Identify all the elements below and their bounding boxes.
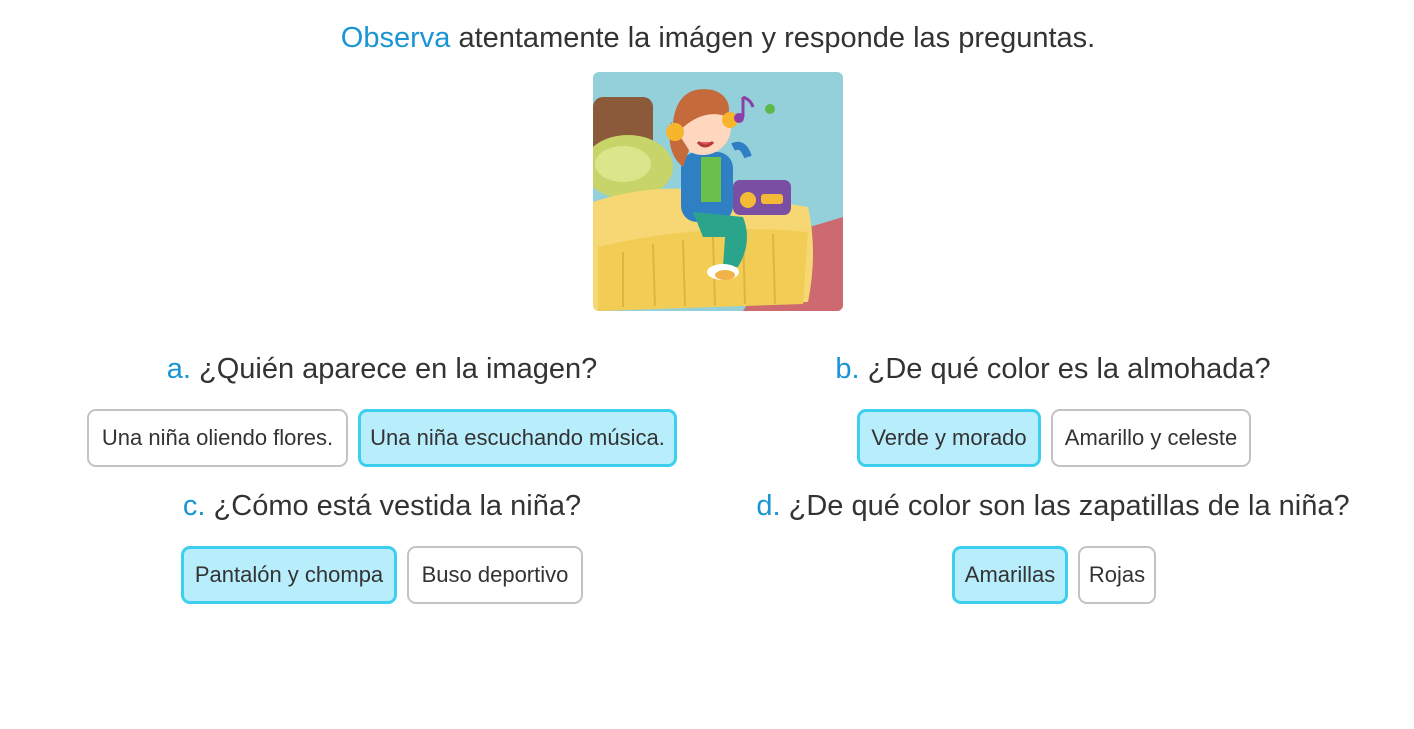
question-b-text: ¿De qué color es la almohada?: [867, 353, 1271, 385]
option-b1-selected[interactable]: Verde y morado: [857, 409, 1041, 467]
question-d-text: ¿De qué color son las zapatillas de la n…: [788, 490, 1350, 522]
question-c-text: ¿Cómo está vestida la niña?: [213, 490, 582, 522]
option-c1-label: Pantalón y chompa: [194, 562, 384, 587]
question-c: c. ¿Cómo está vestida la niña?: [82, 486, 682, 526]
option-c2-label: Buso deportivo: [421, 562, 569, 587]
illustration-svg: [593, 72, 843, 311]
option-b2[interactable]: Amarillo y celeste: [1051, 409, 1251, 467]
option-d1-label: Amarillas: [964, 562, 1056, 587]
option-d2[interactable]: Rojas: [1078, 546, 1156, 604]
question-b: b. ¿De qué color es la almohada?: [753, 349, 1353, 389]
option-c1-selected[interactable]: Pantalón y chompa: [181, 546, 397, 604]
option-a2-label: Una niña escuchando música.: [370, 425, 665, 450]
question-b-letter: b.: [835, 353, 860, 385]
question-c-letter: c.: [182, 490, 206, 522]
question-a-letter: a.: [166, 353, 191, 385]
question-d: d. ¿De qué color son las zapatillas de l…: [753, 486, 1353, 526]
option-b2-label: Amarillo y celeste: [1064, 425, 1238, 450]
question-d-letter: d.: [756, 490, 781, 522]
option-d2-label: Rojas: [1088, 562, 1146, 587]
instruction-body: atentamente la imágen y responde las pre…: [458, 22, 1096, 54]
option-a1[interactable]: Una niña oliendo flores.: [87, 409, 348, 467]
question-a: a. ¿Quién aparece en la imagen?: [82, 349, 682, 389]
illustration-girl-listening-music: [593, 72, 843, 311]
option-a2-selected[interactable]: Una niña escuchando música.: [358, 409, 677, 467]
option-a1-label: Una niña oliendo flores.: [101, 425, 334, 450]
option-b1-label: Verde y morado: [871, 425, 1027, 450]
instruction-text: Observa atentamente la imágen y responde…: [0, 18, 1414, 58]
question-a-text: ¿Quién aparece en la imagen?: [199, 353, 598, 385]
instruction-highlight: Observa: [340, 22, 451, 54]
option-d1-selected[interactable]: Amarillas: [952, 546, 1068, 604]
option-c2[interactable]: Buso deportivo: [407, 546, 583, 604]
